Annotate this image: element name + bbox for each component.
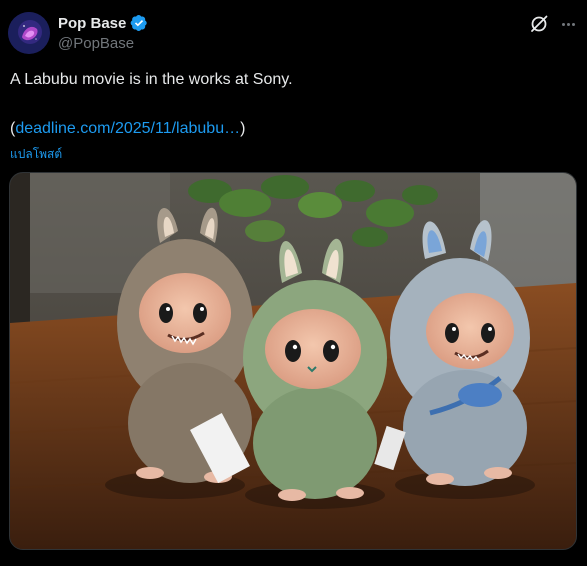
avatar-logo-icon xyxy=(8,12,50,54)
author-handle[interactable]: @PopBase xyxy=(58,35,134,52)
link-close-paren: ) xyxy=(240,120,246,137)
post-media-image[interactable] xyxy=(9,172,577,550)
translate-post-link[interactable]: แปลโพสต์ xyxy=(10,145,62,164)
more-dot xyxy=(561,22,565,26)
more-options-icon[interactable] xyxy=(557,13,579,35)
avatar[interactable] xyxy=(8,12,50,54)
post[interactable]: Pop Base @PopBase A Labubu movie is in t… xyxy=(0,0,587,566)
grok-icon[interactable] xyxy=(528,13,550,35)
more-dot xyxy=(566,22,570,26)
author-display-name[interactable]: Pop Base xyxy=(58,15,126,32)
verified-badge-icon[interactable] xyxy=(130,14,148,32)
more-dot xyxy=(571,22,575,26)
author-name-row[interactable]: Pop Base xyxy=(58,14,148,32)
labubu-photo xyxy=(10,173,576,549)
post-text: A Labubu movie is in the works at Sony. xyxy=(10,71,293,88)
post-link-line: (deadline.com/2025/11/labubu…) xyxy=(10,119,245,139)
article-link[interactable]: deadline.com/2025/11/labubu… xyxy=(15,120,240,137)
